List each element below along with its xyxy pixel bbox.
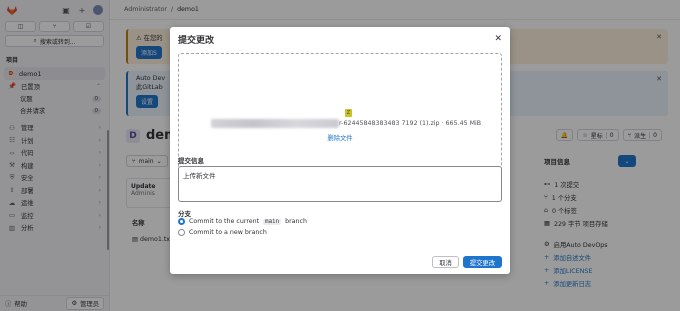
radio-unselected[interactable] [178,229,185,236]
remove-file-link[interactable]: 删除文件 [179,133,501,142]
app-root: ▣ + ◫ ⑂ ☑ ⌕ 搜索或转到... 项目 D demo1 📌 已置顶 ⌃ … [0,0,680,311]
upload-dropzone[interactable]: Z r-62445848383483 7192 (1).zip · 665.45… [178,53,502,171]
uploaded-file-name: r-62445848383483 7192 (1).zip · 665.45 M… [211,119,501,128]
radio-selected[interactable] [178,218,185,225]
option-label: Commit to a new branch [189,229,267,236]
modal-footer: 取消 提交更改 [170,250,510,274]
close-icon[interactable]: ✕ [494,34,502,44]
file-name-suffix: r-62445848383483 7192 (1).zip · 665.45 M… [339,120,482,127]
commit-to-current-branch-option[interactable]: Commit to the current main branch [178,218,307,225]
zip-file-icon: Z [345,109,352,117]
branch-code: main [263,218,282,225]
redacted-file-name [211,119,339,128]
modal-header: 提交更改 ✕ [170,27,510,51]
branch-label: 分支 [178,210,191,218]
option-label-suffix: branch [285,218,307,225]
commit-changes-button[interactable]: 提交更改 [462,256,502,268]
cancel-button[interactable]: 取消 [432,256,459,268]
commit-changes-modal: 提交更改 ✕ Z r-62445848383483 7192 (1).zip ·… [170,27,510,274]
option-label: Commit to the current [189,218,260,225]
commit-message-input[interactable]: 上传新文件 [178,166,502,202]
commit-to-new-branch-option[interactable]: Commit to a new branch [178,229,267,236]
commit-message-label: 提交信息 [178,157,204,165]
modal-title: 提交更改 [178,35,215,46]
